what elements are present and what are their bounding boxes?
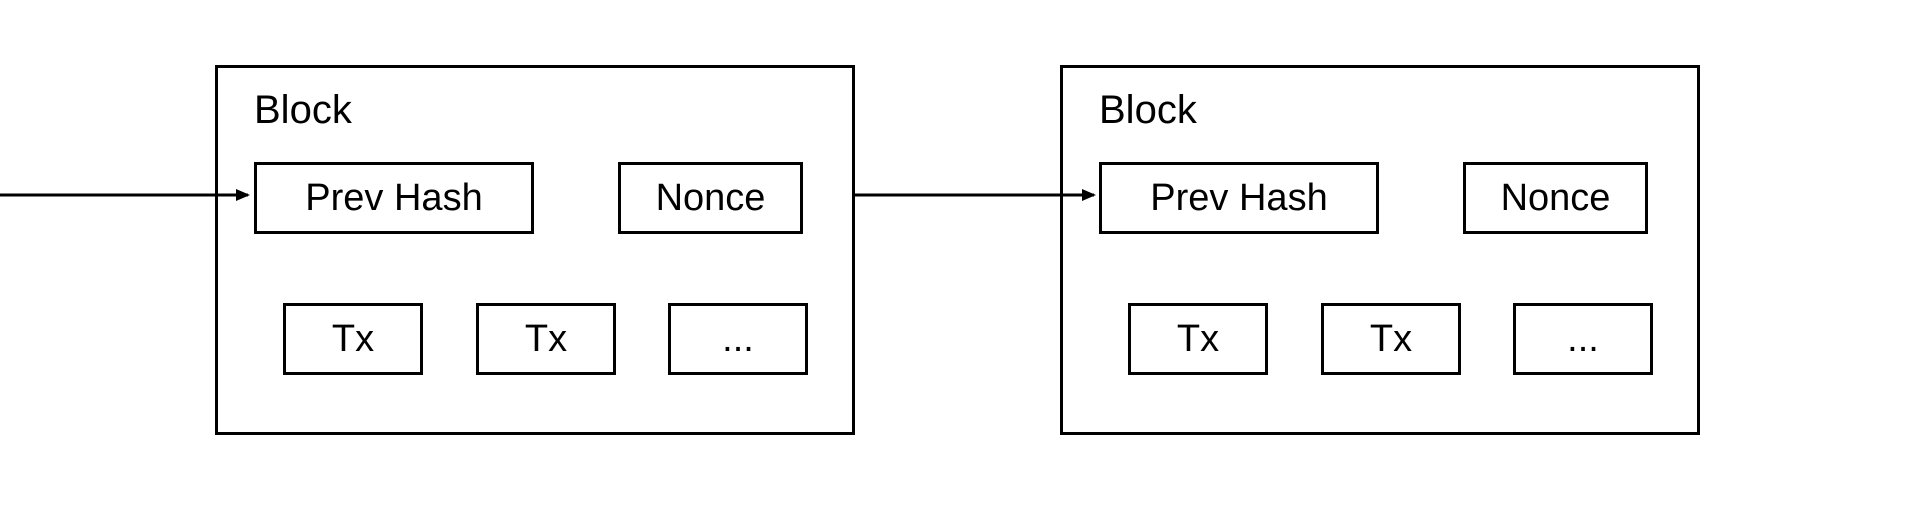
tx-label: ... [1567,320,1599,358]
tx-label: Tx [1370,320,1412,358]
block-1: Block Prev Hash Nonce Tx Tx ... [1060,65,1700,435]
tx-label: Tx [1177,320,1219,358]
tx-label: ... [722,320,754,358]
block-0: Block Prev Hash Nonce Tx Tx ... [215,65,855,435]
nonce-cell: Nonce [618,162,803,234]
prev-hash-label: Prev Hash [1150,179,1327,217]
nonce-label: Nonce [1501,179,1611,217]
tx-label: Tx [332,320,374,358]
tx-cell: Tx [1128,303,1268,375]
tx-cell: ... [1513,303,1653,375]
tx-cell: Tx [476,303,616,375]
tx-label: Tx [525,320,567,358]
tx-cell: Tx [283,303,423,375]
blockchain-diagram: { "blocks": [ { "title": "Block", "heade… [0,0,1920,522]
prev-hash-cell: Prev Hash [1099,162,1379,234]
prev-hash-cell: Prev Hash [254,162,534,234]
nonce-label: Nonce [656,179,766,217]
block-title: Block [1099,90,1197,130]
nonce-cell: Nonce [1463,162,1648,234]
prev-hash-label: Prev Hash [305,179,482,217]
block-title: Block [254,90,352,130]
tx-cell: Tx [1321,303,1461,375]
tx-cell: ... [668,303,808,375]
